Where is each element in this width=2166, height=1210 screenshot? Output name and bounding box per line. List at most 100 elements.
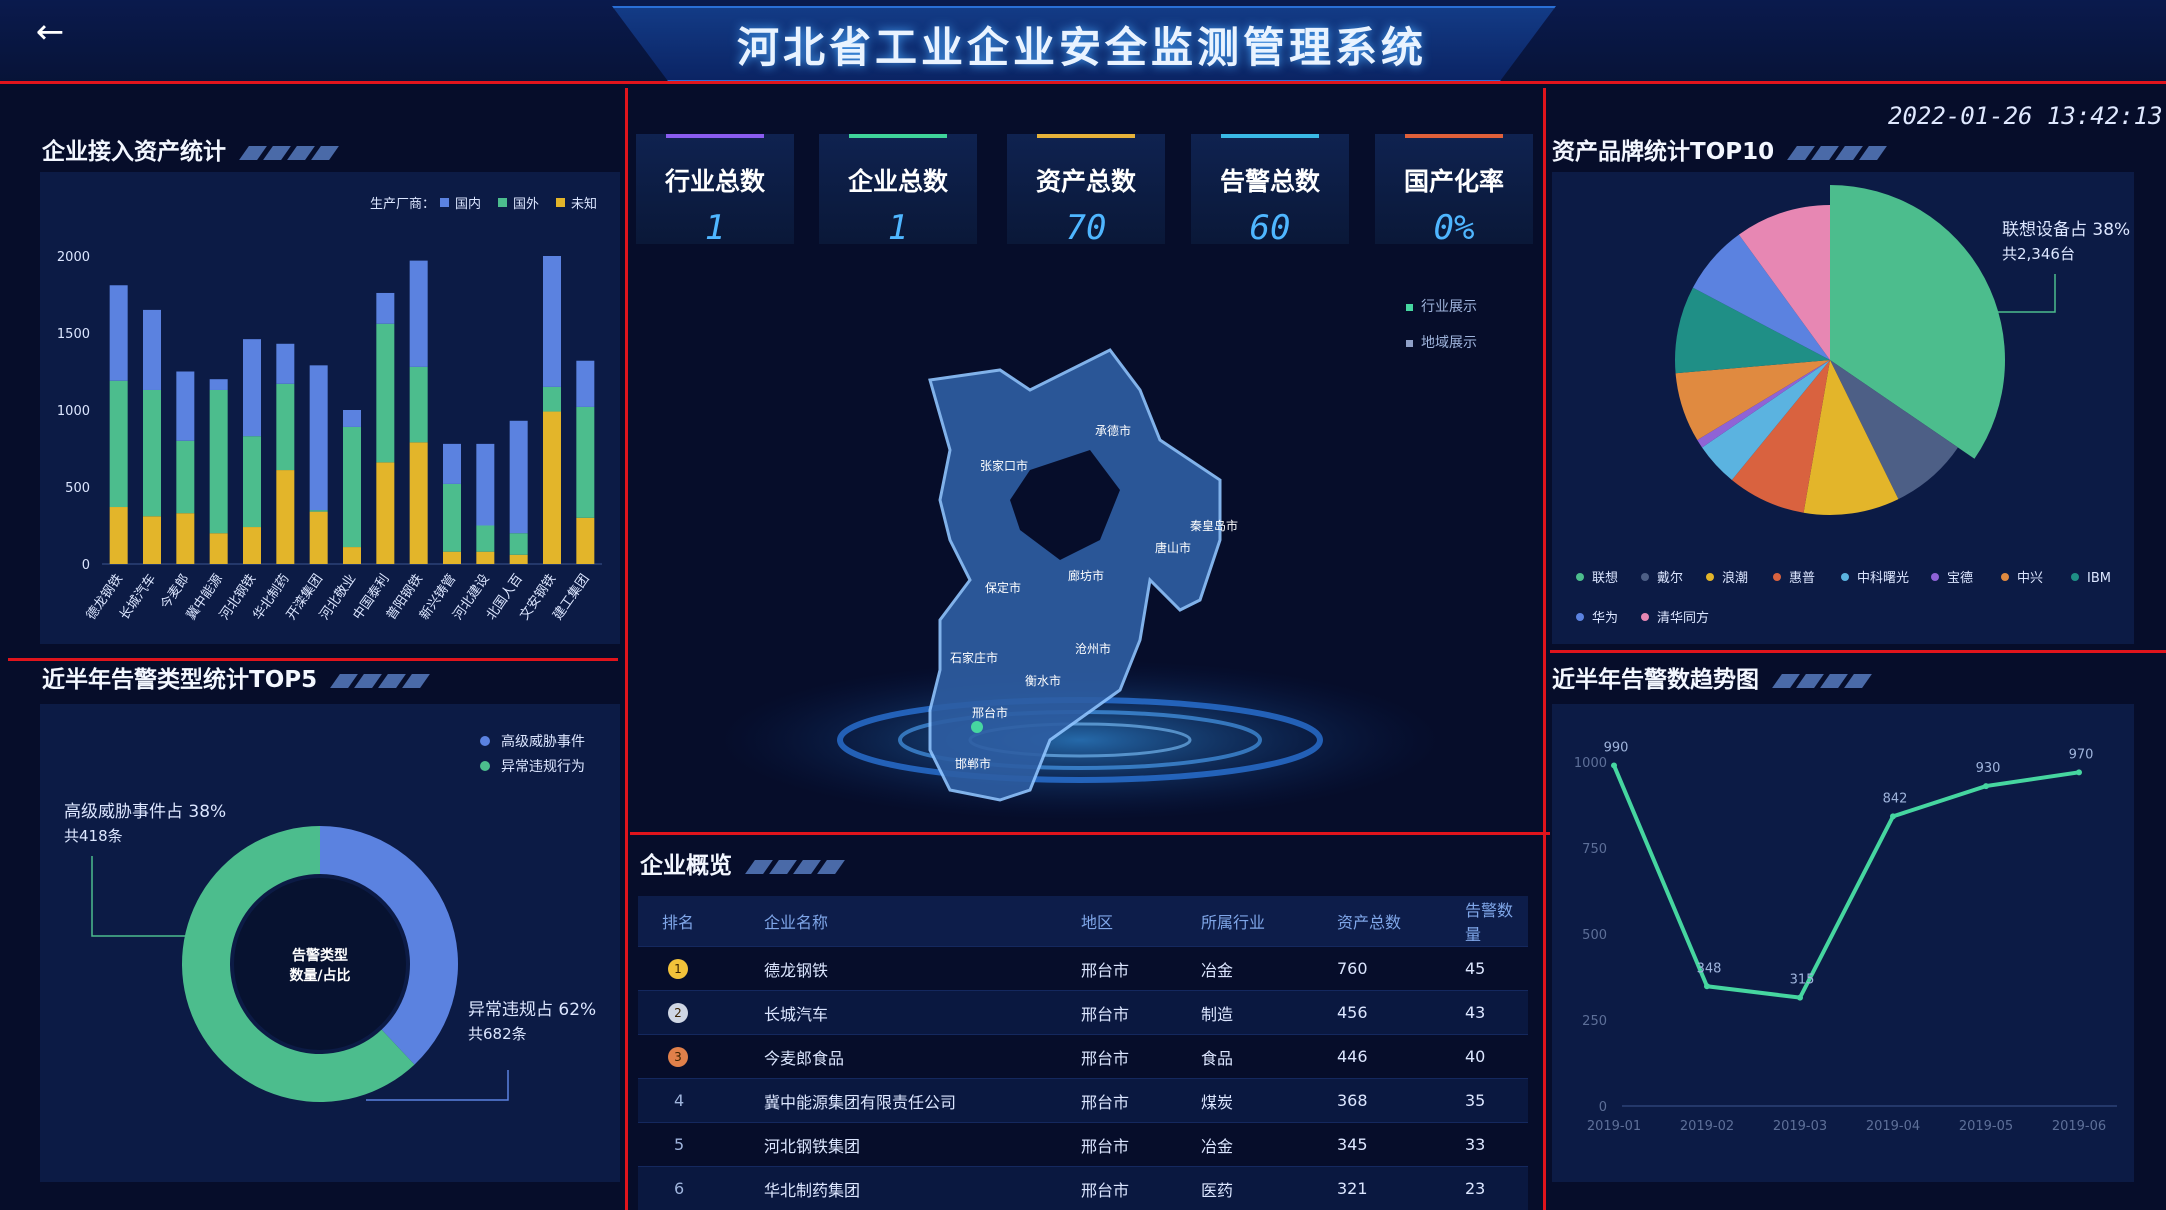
city-label-langfang[interactable]: 廊坊市 xyxy=(1068,568,1104,583)
col-rank[interactable]: 排名 xyxy=(638,896,763,947)
callout-line xyxy=(91,856,186,937)
brand-callout-text: 联想设备占 38% xyxy=(2002,220,2130,240)
divider-left xyxy=(625,88,628,1210)
legend-swatch xyxy=(498,198,507,207)
table-row[interactable]: 5 河北钢铁集团 邢台市 冶金 345 33 xyxy=(638,1122,1528,1167)
assets-cell: 456 xyxy=(1336,990,1464,1035)
data-point xyxy=(1983,783,1989,790)
title-stripes xyxy=(1772,668,1873,694)
bar-segment xyxy=(309,510,328,512)
bar-segment xyxy=(109,380,128,508)
bar-segment xyxy=(309,365,328,511)
name-cell: 德龙钢铁 xyxy=(763,946,1080,991)
city-label-baoding[interactable]: 保定市 xyxy=(985,580,1021,595)
divider-center-mid xyxy=(630,832,1550,835)
bronze-medal-icon: 3 xyxy=(668,1047,688,1067)
city-label-xingtai[interactable]: 邢台市 xyxy=(972,705,1008,720)
industry-cell: 冶金 xyxy=(1200,946,1336,991)
kpi-alarm-total: 告警总数 60 xyxy=(1191,134,1349,248)
legend-label: 清华同方 xyxy=(1657,610,1709,626)
rank-cell: 1 xyxy=(638,946,763,991)
map-legend-industry[interactable]: 行业展示 xyxy=(1406,296,1477,316)
back-arrow-icon[interactable]: ← xyxy=(28,10,72,54)
city-label-cangzhou[interactable]: 沧州市 xyxy=(1075,641,1111,656)
alarms-cell: 43 xyxy=(1464,990,1528,1035)
brand-pie-chart: 联想设备占 38% 共2,346台联想 戴尔 浪潮 惠普 中科曙光 宝德 中兴 IBM 华为 清华同… xyxy=(1576,185,2130,626)
enterprise-table: 排名 企业名称 地区 所属行业 资产总数 告警数量 1 德龙钢铁 邢台市 冶金 … xyxy=(638,896,1528,1210)
legend-label: 未知 xyxy=(571,196,597,212)
brand-panel-title: 资产品牌统计TOP10 xyxy=(1552,132,1888,166)
city-label-qinhuangdao[interactable]: 秦皇岛市 xyxy=(1190,518,1238,533)
legend-dot xyxy=(1576,573,1584,581)
kpi-asset-total: 资产总数 70 xyxy=(1007,134,1165,248)
y-tick-label: 500 xyxy=(65,481,90,496)
data-point xyxy=(1890,813,1896,820)
legend-dot xyxy=(1641,613,1649,621)
table-row[interactable]: 2 长城汽车 邢台市 制造 456 43 xyxy=(638,990,1528,1035)
legend-swatch xyxy=(556,198,565,207)
industry-cell: 医药 xyxy=(1200,1166,1336,1210)
city-label-hengshui[interactable]: 衡水市 xyxy=(1025,673,1061,688)
rank-cell: 2 xyxy=(638,990,763,1035)
table-row[interactable]: 6 华北制药集团 邢台市 医药 321 23 xyxy=(638,1166,1528,1210)
table-row[interactable]: 4 冀中能源集团有限责任公司 邢台市 煤炭 368 35 xyxy=(638,1078,1528,1123)
alarm-type-title: 近半年告警类型统计TOP5 xyxy=(42,660,431,694)
callout-a-text: 高级威胁事件占 38% xyxy=(64,802,226,822)
donut-center-label: 告警类型 xyxy=(292,947,348,964)
trend-title-text: 近半年告警数趋势图 xyxy=(1552,667,1759,693)
legend-label: 异常违规行为 xyxy=(501,759,585,775)
col-alarms[interactable]: 告警数量 xyxy=(1464,896,1528,947)
bar-segment xyxy=(443,551,461,564)
alarm-type-title-text: 近半年告警类型统计TOP5 xyxy=(42,667,318,693)
y-tick-label: 0 xyxy=(82,558,90,573)
city-label-tangshan[interactable]: 唐山市 xyxy=(1155,540,1191,555)
bar-segment xyxy=(443,443,461,484)
col-region[interactable]: 地区 xyxy=(1080,896,1200,947)
divider-top xyxy=(0,81,2166,84)
bar-segment xyxy=(576,517,595,564)
bar-segment xyxy=(343,426,361,548)
alarm-type-donut-chart: 高级威胁事件异常违规行为告警类型数量/占比 高级威胁事件占 38% 共418条异常违… xyxy=(64,733,596,1102)
name-cell: 今麦郎食品 xyxy=(763,1034,1080,1079)
data-label: 842 xyxy=(1883,791,1908,806)
legend-label: 中科曙光 xyxy=(1857,571,1909,586)
bar-segment xyxy=(209,533,228,564)
divider-right xyxy=(1543,88,1546,1210)
region-cell: 邢台市 xyxy=(1080,1122,1200,1167)
legend-dot xyxy=(1773,573,1781,581)
y-tick-label: 1000 xyxy=(57,404,90,419)
kpi-value: 0% xyxy=(1433,208,1475,248)
legend-label: 华为 xyxy=(1592,611,1618,626)
asset-chart-card: 生产厂商： 国内 国外 未知 0 500 1000 1500 2000 德龙钢铁 长城汽车 今麦郎 冀中… xyxy=(40,172,620,644)
col-assets[interactable]: 资产总数 xyxy=(1336,896,1464,947)
title-stripes xyxy=(330,668,431,694)
col-name[interactable]: 企业名称 xyxy=(763,896,1080,947)
legend-label: 行业展示 xyxy=(1421,299,1477,315)
col-industry[interactable]: 所属行业 xyxy=(1200,896,1336,947)
table-row[interactable]: 3 今麦郎食品 邢台市 食品 446 40 xyxy=(638,1034,1528,1079)
y-tick-label: 1500 xyxy=(57,327,90,342)
city-label-zhangjiakou[interactable]: 张家口市 xyxy=(980,458,1028,473)
city-label-chengde[interactable]: 承德市 xyxy=(1095,423,1131,438)
alarm-type-card: 高级威胁事件 异常违规行为 告警类型 数量/占比 高级威胁事件占 38% 共418条 异常违… xyxy=(40,704,620,1182)
legend-dot xyxy=(2001,573,2009,581)
bar-segment xyxy=(543,256,561,387)
city-label-handan[interactable]: 邯郸市 xyxy=(955,756,991,771)
bar-segment xyxy=(143,516,161,564)
bar-segment xyxy=(109,285,128,381)
table-row[interactable]: 1 德龙钢铁 邢台市 冶金 760 45 xyxy=(638,946,1528,991)
legend-dot xyxy=(1576,613,1584,621)
bar-segment xyxy=(276,470,295,564)
title-stripes xyxy=(1787,140,1888,166)
alarms-cell: 45 xyxy=(1464,946,1528,991)
kpi-localization-rate: 国产化率 0% xyxy=(1375,134,1533,248)
city-label-shijiazhuang[interactable]: 石家庄市 xyxy=(950,650,998,665)
kpi-label: 国产化率 xyxy=(1403,167,1504,196)
kpi-label: 行业总数 xyxy=(664,167,765,196)
bar-segment xyxy=(276,343,295,384)
map-marker-xingtai[interactable] xyxy=(971,721,983,733)
bar-segment xyxy=(509,420,528,534)
kpi-label: 资产总数 xyxy=(1035,167,1136,196)
bar-segment xyxy=(143,389,161,517)
name-cell: 河北钢铁集团 xyxy=(763,1122,1080,1167)
